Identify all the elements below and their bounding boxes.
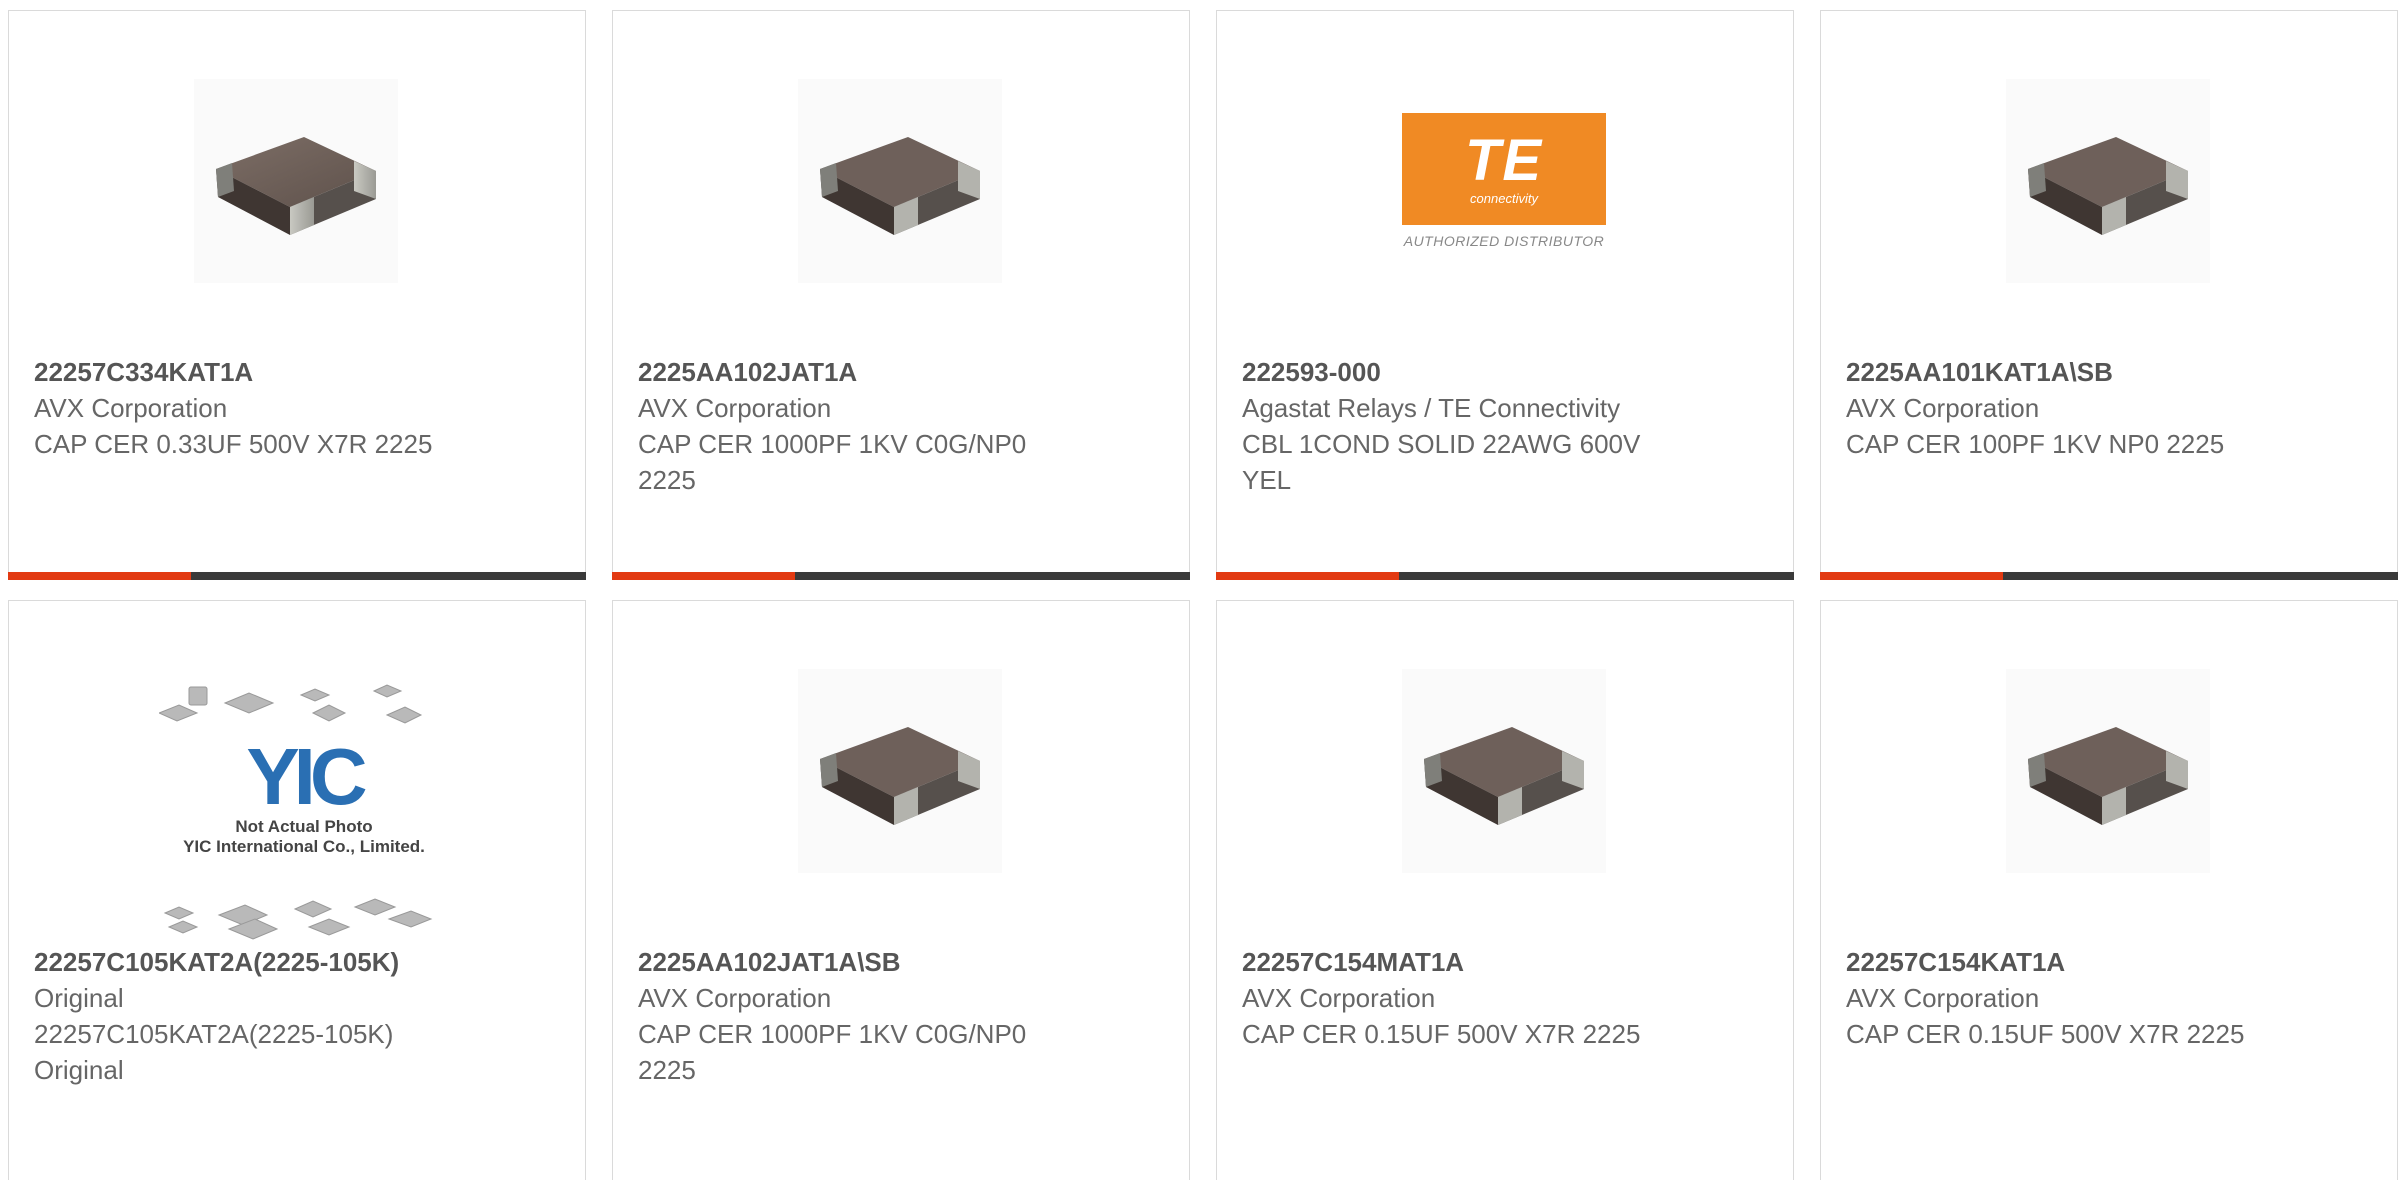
product-part-number[interactable]: 2225AA102JAT1A\SB	[638, 944, 1158, 980]
product-card[interactable]: 22257C154KAT1A AVX Corporation CAP CER 0…	[1820, 600, 2398, 1180]
product-part-number[interactable]: 22257C154KAT1A	[1846, 944, 2366, 980]
product-description: CAP CER 1000PF 1KV C0G/NP0 2225	[638, 429, 1027, 495]
product-part-number[interactable]: 222593-000	[1242, 354, 1762, 390]
product-image[interactable]	[194, 79, 398, 283]
product-image[interactable]: TE connectivity AUTHORIZED DISTRIBUTOR	[1402, 79, 1606, 283]
product-part-number[interactable]: 22257C334KAT1A	[34, 354, 554, 390]
ceramic-capacitor-icon	[798, 669, 1002, 873]
product-card[interactable]: 2225AA102JAT1A AVX Corporation CAP CER 1…	[612, 10, 1190, 580]
card-progress-bar	[1216, 572, 1794, 580]
product-manufacturer: Original	[34, 983, 124, 1013]
product-card[interactable]: 22257C154MAT1A AVX Corporation CAP CER 0…	[1216, 600, 1794, 1180]
product-description: CAP CER 0.33UF 500V X7R 2225	[34, 429, 433, 459]
product-part-number[interactable]: 2225AA101KAT1A\SB	[1846, 354, 2366, 390]
product-description: CAP CER 0.15UF 500V X7R 2225	[1242, 1019, 1641, 1049]
product-manufacturer: AVX Corporation	[638, 393, 832, 423]
product-description: CBL 1COND SOLID 22AWG 600V YEL	[1242, 429, 1641, 495]
product-description: 22257C105KAT2A(2225-105K) Original	[34, 1019, 394, 1085]
product-card[interactable]: 2225AA102JAT1A\SB AVX Corporation CAP CE…	[612, 600, 1190, 1180]
product-part-number[interactable]: 22257C154MAT1A	[1242, 944, 1762, 980]
product-grid: 22257C334KAT1A AVX Corporation CAP CER 0…	[8, 10, 2400, 1180]
product-manufacturer: AVX Corporation	[1846, 393, 2040, 423]
product-manufacturer: Agastat Relays / TE Connectivity	[1242, 393, 1621, 423]
ceramic-capacitor-icon	[2006, 79, 2210, 283]
card-progress-bar	[8, 572, 586, 580]
te-authorized-distributor: AUTHORIZED DISTRIBUTOR	[1403, 233, 1605, 249]
card-progress-bar	[1820, 572, 2398, 580]
product-image[interactable]	[1402, 669, 1606, 873]
product-description: CAP CER 0.15UF 500V X7R 2225	[1846, 1019, 2245, 1049]
yic-company-name: YIC International Co., Limited.	[183, 837, 425, 856]
product-image[interactable]	[2006, 669, 2210, 873]
product-card[interactable]: 22257C334KAT1A AVX Corporation CAP CER 0…	[8, 10, 586, 580]
yic-not-actual-photo: Not Actual Photo	[235, 817, 373, 836]
ic-packages-icon	[159, 684, 423, 724]
product-part-number[interactable]: 2225AA102JAT1A	[638, 354, 1158, 390]
product-manufacturer: AVX Corporation	[1242, 983, 1436, 1013]
te-logo-subtext: connectivity	[1470, 190, 1538, 206]
product-image[interactable]	[2006, 79, 2210, 283]
yic-logo: YIC	[246, 732, 367, 821]
product-part-number[interactable]: 22257C105KAT2A(2225-105K)	[34, 944, 554, 980]
product-card[interactable]: YIC Not Actual Photo YIC International C…	[8, 600, 586, 1180]
product-description: CAP CER 1000PF 1KV C0G/NP0 2225	[638, 1019, 1027, 1085]
te-logo-text: TE	[1464, 127, 1544, 193]
ceramic-capacitor-icon	[2006, 669, 2210, 873]
product-manufacturer: AVX Corporation	[638, 983, 832, 1013]
product-image[interactable]	[798, 79, 1002, 283]
ic-chips-icon	[163, 898, 433, 940]
te-connectivity-logo: TE connectivity AUTHORIZED DISTRIBUTOR	[1402, 113, 1606, 249]
product-manufacturer: AVX Corporation	[34, 393, 228, 423]
product-card[interactable]: 2225AA101KAT1A\SB AVX Corporation CAP CE…	[1820, 10, 2398, 580]
product-description: CAP CER 100PF 1KV NP0 2225	[1846, 429, 2225, 459]
product-image[interactable]	[798, 669, 1002, 873]
ceramic-capacitor-icon	[798, 79, 1002, 283]
ceramic-capacitor-icon	[1402, 669, 1606, 873]
card-progress-bar	[612, 572, 1190, 580]
product-image[interactable]: YIC Not Actual Photo YIC International C…	[159, 683, 449, 943]
product-card[interactable]: TE connectivity AUTHORIZED DISTRIBUTOR 2…	[1216, 10, 1794, 580]
ceramic-capacitor-icon	[194, 79, 398, 283]
product-manufacturer: AVX Corporation	[1846, 983, 2040, 1013]
